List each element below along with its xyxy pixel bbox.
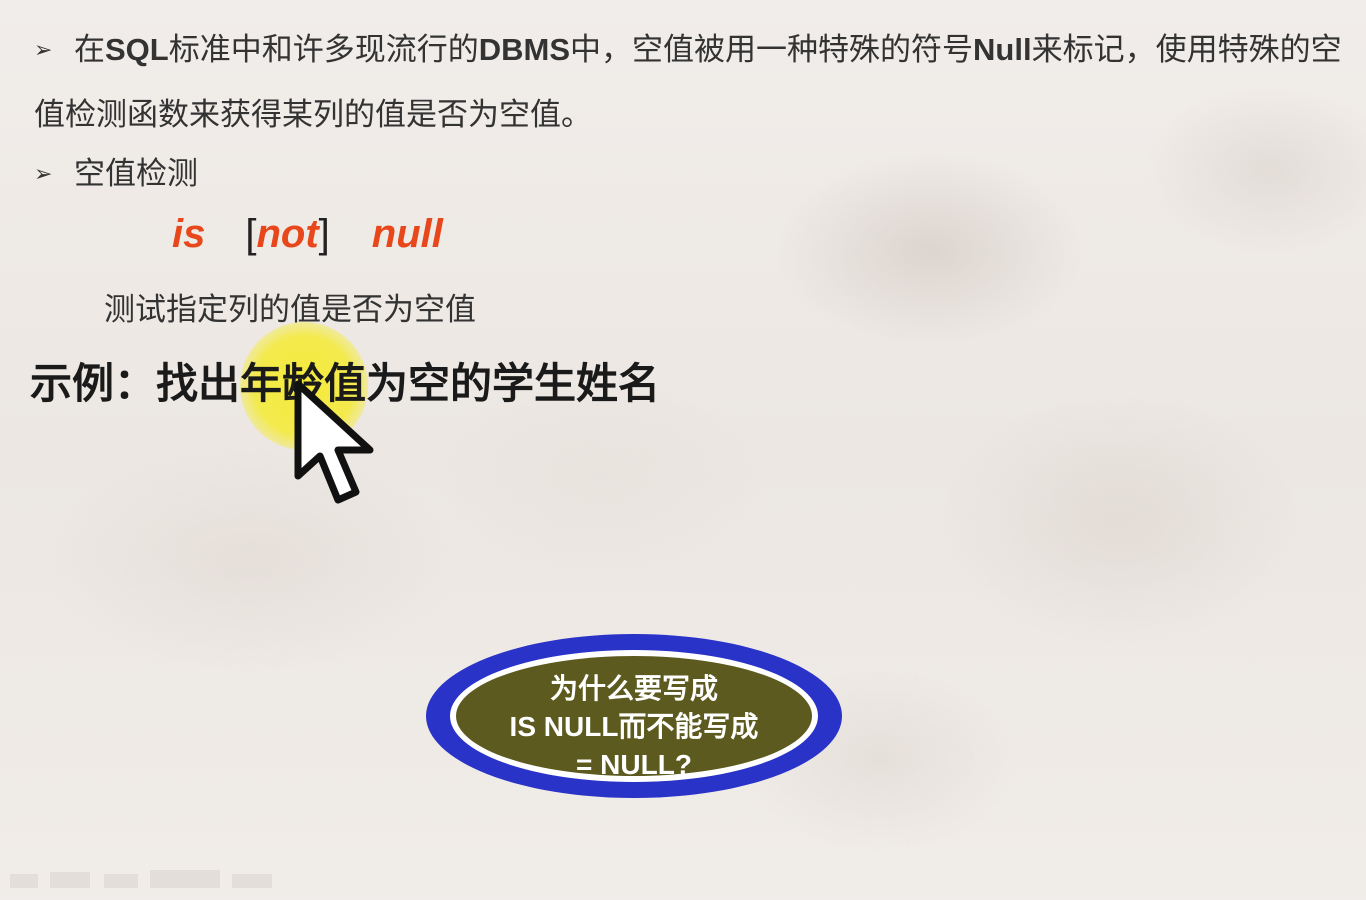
- slide-canvas: ➢ 在SQL标准中和许多现流行的DBMS中，空值被用一种特殊的符号Null来标记，…: [0, 0, 1366, 896]
- syntax-is: is: [172, 212, 206, 256]
- question-bubble: 为什么要写成 IS NULL而不能写成 = NULL?: [422, 630, 846, 802]
- mouse-pointer-icon: [292, 380, 388, 512]
- bullet-arrow-icon: ➢: [34, 162, 53, 187]
- bullet-null-standard: ➢ 在SQL标准中和许多现流行的DBMS中，空值被用一种特殊的符号Null来标记，…: [34, 18, 1354, 147]
- syntax-description: 测试指定列的值是否为空值: [104, 292, 476, 328]
- footer-watermark: [0, 862, 320, 896]
- question-line-1: 为什么要写成: [549, 672, 718, 705]
- syntax-open-bracket: [: [245, 212, 257, 256]
- bullet-1-text-c: 中，空值被用一种特殊的符号: [570, 32, 974, 68]
- bullet-arrow-icon: ➢: [34, 38, 53, 63]
- bullet-1-text-b: 标准中和许多现流行的: [168, 32, 479, 68]
- syntax-close-bracket: ]: [318, 212, 330, 256]
- bullet-1-dbms: DBMS: [478, 32, 571, 67]
- bullet-1-null: Null: [973, 32, 1032, 67]
- syntax-null: null: [371, 212, 443, 256]
- bullet-2-text: 空值检测: [74, 156, 198, 192]
- bullet-1-text-a: 在: [74, 32, 105, 68]
- bullet-null-check: ➢ 空值检测: [34, 142, 198, 207]
- question-line-2: IS NULL而不能写成: [509, 711, 759, 742]
- syntax-not: not: [256, 212, 319, 256]
- question-line-3: = NULL?: [576, 749, 692, 780]
- bullet-1-sql: SQL: [105, 32, 169, 67]
- syntax-line: is [not] null: [172, 212, 443, 257]
